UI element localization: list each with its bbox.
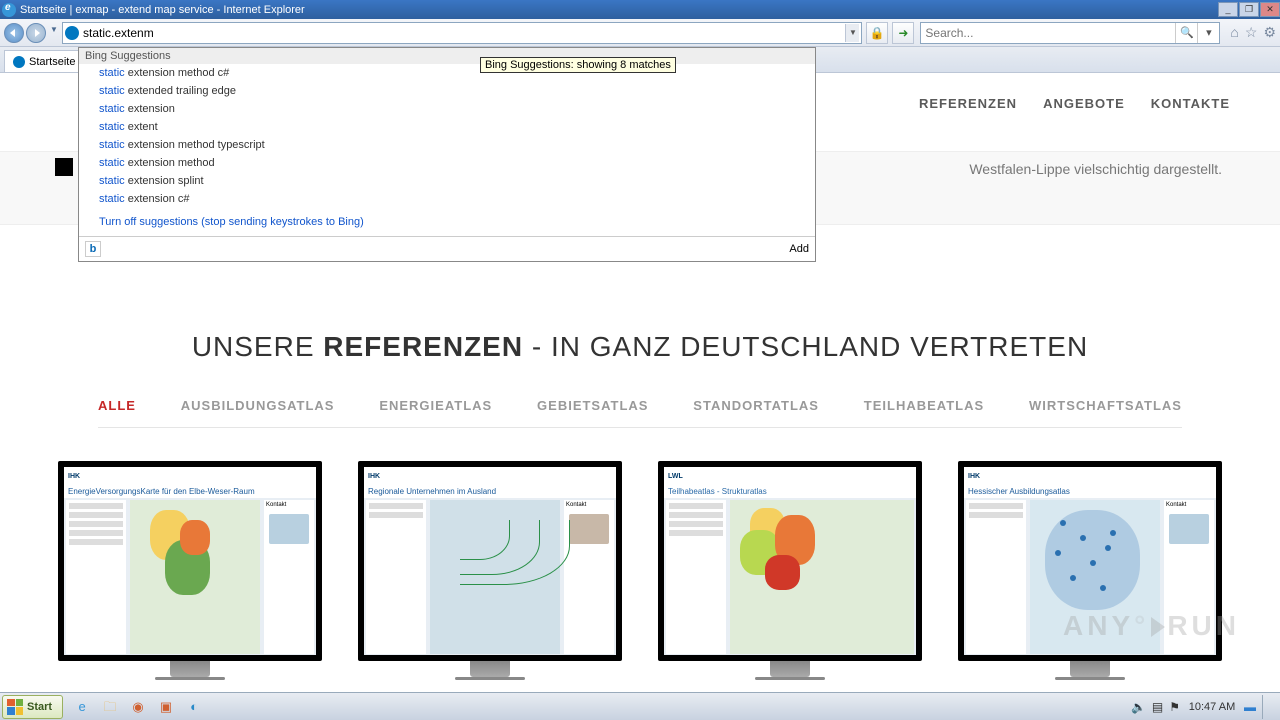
reference-card[interactable]: LWL Teilhabeatlas - Strukturatlas <box>658 461 922 680</box>
suggestion-item[interactable]: static extension splint <box>79 172 815 190</box>
maximize-button[interactable]: ❐ <box>1239 2 1259 17</box>
address-bar[interactable]: ▼ <box>62 22 862 44</box>
taskbar-app-icon[interactable]: ▣ <box>155 697 177 717</box>
tray-clock[interactable]: 10:47 AM <box>1186 701 1238 713</box>
autocomplete-footer: b Add <box>79 236 815 261</box>
reference-card[interactable]: IHK EnergieVersorgungsKarte für den Elbe… <box>58 461 322 680</box>
taskbar-edge-icon[interactable]: ◐ <box>183 697 205 717</box>
watermark: ANY°RUN <box>1063 610 1240 642</box>
nav-link-referenzen[interactable]: REFERENZEN <box>919 96 1017 111</box>
browser-navbar: ▼ ▼ 🔒 ➜ 🔍 ▾ ⌂ ☆ ⚙ <box>0 19 1280 47</box>
card-title: Hessischer Ausbildungsatlas <box>964 485 1216 498</box>
header-subtext: Westfalen-Lippe vielschichtig dargestell… <box>969 161 1222 177</box>
taskbar-app-icon[interactable]: ◉ <box>127 697 149 717</box>
tray-volume-icon[interactable]: 🔈 <box>1131 700 1146 714</box>
go-button[interactable]: ➜ <box>892 22 914 44</box>
tray-icon[interactable]: ▬ <box>1244 700 1256 714</box>
card-logo: IHK <box>968 473 980 480</box>
autocomplete-header: Bing Suggestions <box>79 48 815 64</box>
nav-history-dropdown[interactable]: ▼ <box>48 25 60 41</box>
add-provider-link[interactable]: Add <box>789 243 809 255</box>
suggestion-item[interactable]: static extension <box>79 100 815 118</box>
home-icon[interactable]: ⌂ <box>1230 24 1238 41</box>
site-nav: REFERENZEN ANGEBOTE KONTAKTE <box>919 96 1230 111</box>
tab-favicon <box>13 56 25 68</box>
suggestion-item[interactable]: static extension method c# <box>79 64 815 82</box>
autocomplete-dropdown: Bing Suggestions static extension method… <box>78 47 816 262</box>
bing-icon[interactable]: b <box>85 241 101 257</box>
address-dropdown-button[interactable]: ▼ <box>845 24 859 42</box>
card-logo: LWL <box>668 473 683 480</box>
tab-startseite[interactable]: Startseite <box>4 50 84 72</box>
filter-wirtschaftsatlas[interactable]: WIRTSCHAFTSATLAS <box>1029 398 1182 413</box>
minimize-button[interactable]: _ <box>1218 2 1238 17</box>
search-dropdown-button[interactable]: ▾ <box>1197 23 1219 43</box>
section-headline: UNSERE REFERENZEN - IN GANZ DEUTSCHLAND … <box>0 331 1280 363</box>
close-button[interactable]: ✕ <box>1260 2 1280 17</box>
window-title: Startseite | exmap - extend map service … <box>20 4 1217 16</box>
security-lock-button[interactable]: 🔒 <box>866 22 888 44</box>
start-button[interactable]: Start <box>2 695 63 719</box>
filter-energieatlas[interactable]: ENERGIEATLAS <box>379 398 492 413</box>
card-title: Teilhabeatlas - Strukturatlas <box>664 485 916 498</box>
filter-ausbildungsatlas[interactable]: AUSBILDUNGSATLAS <box>181 398 335 413</box>
search-submit-button[interactable]: 🔍 <box>1175 23 1197 43</box>
taskbar-explorer-icon[interactable]: 🗀 <box>99 697 121 717</box>
suggestion-item[interactable]: static extended trailing edge <box>79 82 815 100</box>
card-logo: IHK <box>68 473 80 480</box>
filter-tabs: ALLE AUSBILDUNGSATLAS ENERGIEATLAS GEBIE… <box>98 398 1182 428</box>
tray-flag-icon[interactable]: ⚑ <box>1169 700 1180 714</box>
card-title: EnergieVersorgungsKarte für den Elbe-Wes… <box>64 485 316 498</box>
nav-link-angebote[interactable]: ANGEBOTE <box>1043 96 1125 111</box>
reference-card[interactable]: IHK Hessischer Ausbildungsatlas Kontakt <box>958 461 1222 680</box>
window-titlebar: Startseite | exmap - extend map service … <box>0 0 1280 19</box>
reference-card[interactable]: IHK Regionale Unternehmen im Ausland Kon… <box>358 461 622 680</box>
back-button[interactable] <box>4 23 24 43</box>
suggestion-item[interactable]: static extension c# <box>79 190 815 208</box>
system-tray: 🔈 ▤ ⚑ 10:47 AM ▬ <box>1131 695 1280 719</box>
taskbar: Start e 🗀 ◉ ▣ ◐ 🔈 ▤ ⚑ 10:47 AM ▬ <box>0 692 1280 720</box>
site-favicon <box>65 26 79 40</box>
address-input[interactable] <box>83 24 845 42</box>
ie-icon <box>2 3 16 17</box>
autocomplete-tooltip: Bing Suggestions: showing 8 matches <box>480 57 676 73</box>
card-logo: IHK <box>368 473 380 480</box>
suggestion-item[interactable]: static extension method <box>79 154 815 172</box>
search-input[interactable] <box>921 26 1175 40</box>
suggestion-item[interactable]: static extension method typescript <box>79 136 815 154</box>
filter-alle[interactable]: ALLE <box>98 398 136 413</box>
taskbar-ie-icon[interactable]: e <box>71 697 93 717</box>
logo-fragment <box>55 158 73 176</box>
nav-link-kontakte[interactable]: KONTAKTE <box>1151 96 1230 111</box>
suggestion-item[interactable]: static extent <box>79 118 815 136</box>
turn-off-suggestions-link[interactable]: Turn off suggestions (stop sending keyst… <box>79 208 815 236</box>
filter-standortatlas[interactable]: STANDORTATLAS <box>693 398 819 413</box>
tab-label: Startseite <box>29 56 75 68</box>
forward-button[interactable] <box>26 23 46 43</box>
search-box[interactable]: 🔍 ▾ <box>920 22 1220 44</box>
filter-teilhabeatlas[interactable]: TEILHABEATLAS <box>864 398 984 413</box>
tools-icon[interactable]: ⚙ <box>1263 24 1276 41</box>
filter-gebietsatlas[interactable]: GEBIETSATLAS <box>537 398 648 413</box>
favorites-icon[interactable]: ☆ <box>1245 24 1258 41</box>
card-title: Regionale Unternehmen im Ausland <box>364 485 616 498</box>
reference-cards: IHK EnergieVersorgungsKarte für den Elbe… <box>58 461 1222 680</box>
windows-logo-icon <box>7 699 23 715</box>
start-label: Start <box>27 701 52 713</box>
show-desktop-button[interactable] <box>1262 695 1274 719</box>
tray-icon[interactable]: ▤ <box>1152 700 1163 714</box>
